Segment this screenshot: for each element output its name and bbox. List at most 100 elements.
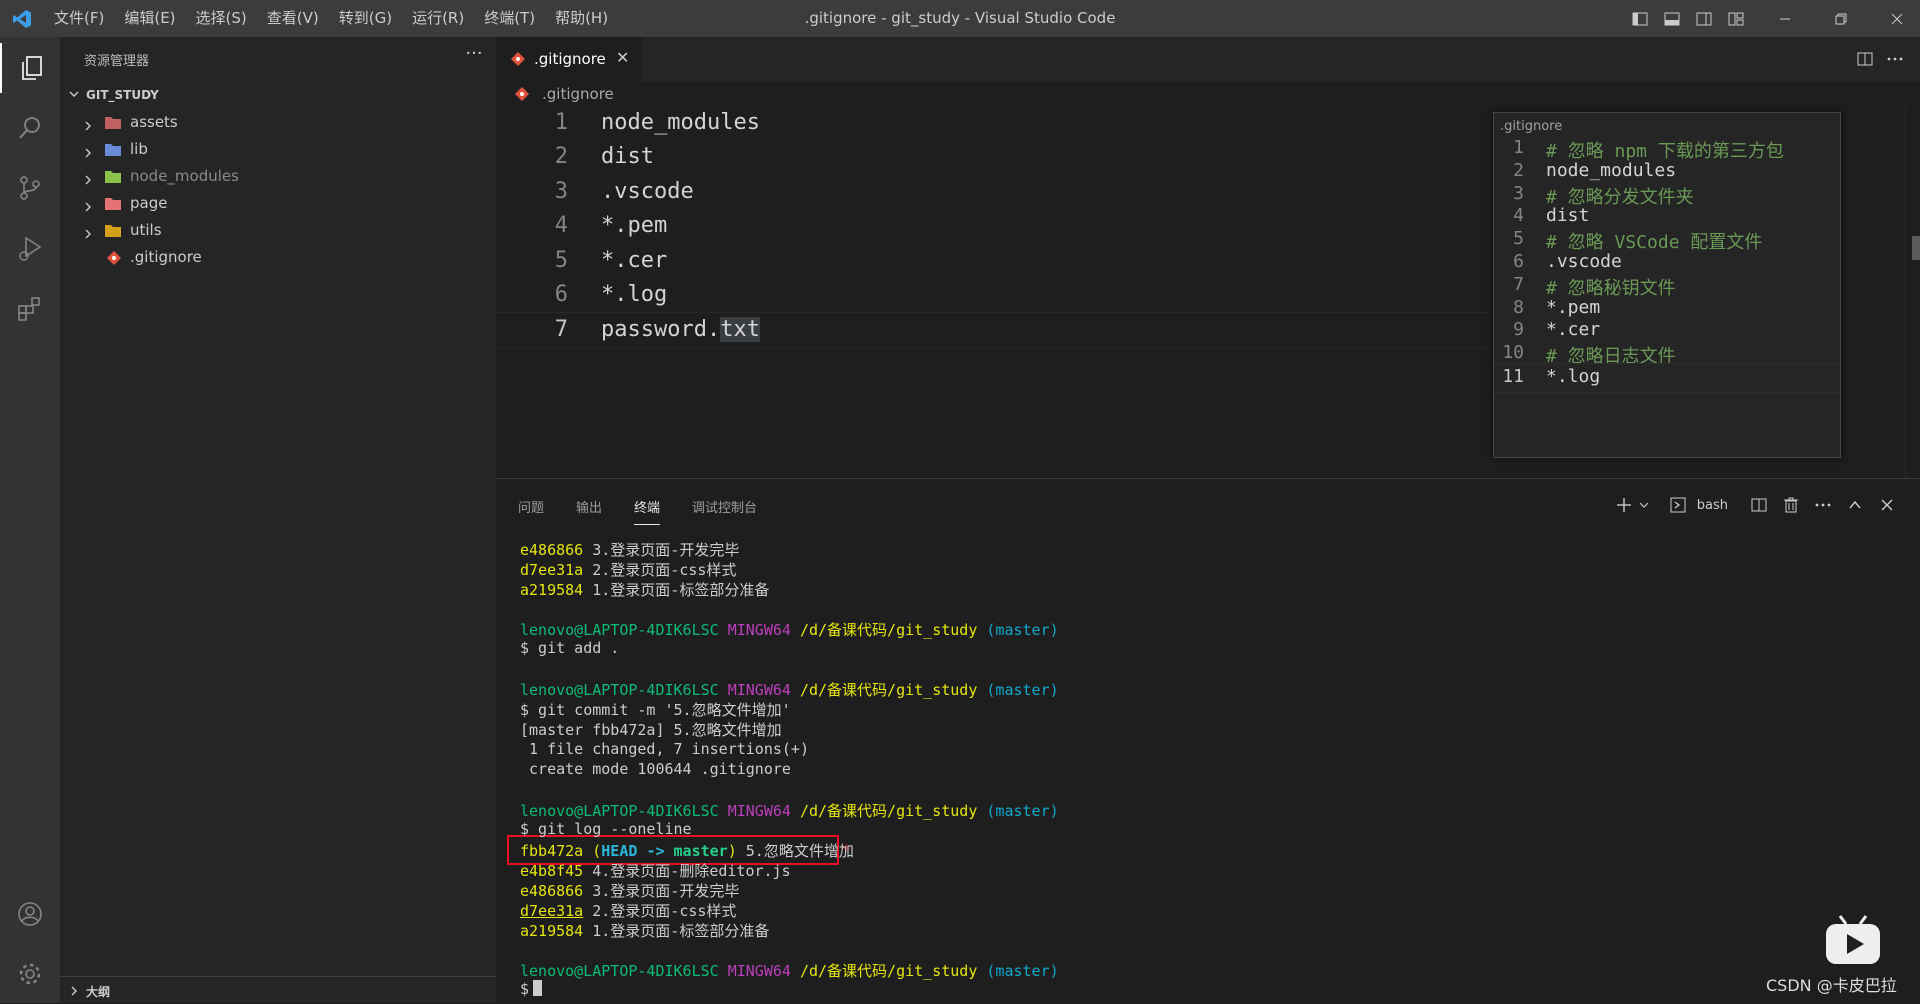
menu-item[interactable]: 选择(S)	[186, 0, 257, 37]
menu-item[interactable]: 文件(F)	[44, 0, 114, 37]
terminal-line: lenovo@LAPTOP-4DIK6LSC MINGW64 /d/备课代码/g…	[520, 960, 1059, 980]
title-bar: 文件(F) 编辑(E) 选择(S) 查看(V) 转到(G) 运行(R) 终端(T) 帮助(H)…	[0, 0, 1920, 37]
head-label: HEAD	[601, 841, 638, 860]
git-file-icon	[106, 250, 124, 265]
terminal-cursor	[533, 980, 543, 997]
line-number: 4	[1513, 205, 1524, 227]
prompt-branch: (master)	[986, 681, 1059, 700]
line-number: 1	[554, 110, 568, 135]
commit-hash: e486866	[520, 881, 584, 900]
menu-item[interactable]: 运行(R)	[402, 0, 474, 37]
prompt-branch: (master)	[986, 801, 1059, 820]
panel-tabs: 问题 输出 终端 调试控制台	[518, 497, 789, 525]
search-icon[interactable]	[0, 103, 60, 153]
toggle-secondary-sidebar-icon[interactable]	[1693, 8, 1715, 30]
prompt-user: lenovo@LAPTOP-4DIK6LSC	[520, 801, 719, 820]
line-number: 5	[1513, 228, 1524, 250]
line-number: 4	[554, 213, 568, 239]
tab-close-icon[interactable]: ✕	[616, 48, 629, 67]
menu-item[interactable]: 编辑(E)	[114, 0, 185, 37]
menu-item[interactable]: 查看(V)	[257, 0, 329, 37]
more-actions-icon[interactable]	[1880, 48, 1910, 70]
line-number: 5	[554, 247, 568, 273]
tree-item[interactable]: utils	[60, 217, 496, 244]
scrollbar-thumb[interactable]	[1912, 236, 1920, 260]
minimize-button[interactable]	[1762, 0, 1808, 37]
sidebar-title: 资源管理器	[84, 54, 150, 69]
toggle-panel-icon[interactable]	[1661, 8, 1683, 30]
trash-icon[interactable]	[1778, 493, 1804, 517]
editor-scrollbar[interactable]	[1905, 106, 1920, 478]
folder-header[interactable]: GIT_STUDY	[60, 83, 496, 109]
tree-item[interactable]: assets	[60, 109, 496, 136]
tab-gitignore[interactable]: .gitignore ✕	[496, 37, 642, 82]
video-play-icon	[1826, 915, 1880, 964]
tree-item-label: page	[130, 194, 168, 212]
menu-item[interactable]: 转到(G)	[329, 0, 402, 37]
folder-icon	[104, 142, 122, 157]
restore-button[interactable]	[1818, 0, 1864, 37]
sidebar-more-button[interactable]: ···	[460, 43, 488, 64]
close-panel-icon[interactable]	[1874, 493, 1900, 517]
prompt-env: MINGW64	[727, 681, 791, 700]
extensions-icon[interactable]	[0, 283, 60, 333]
terminal-line: a219584 1.登录页面-标签部分准备	[520, 579, 769, 599]
watermark: CSDN @卡皮巴拉	[1766, 976, 1897, 995]
breadcrumb: .gitignore	[496, 82, 1920, 106]
panel-tab[interactable]: 调试控制台	[692, 497, 757, 525]
chevron-right-icon	[71, 986, 77, 996]
terminal-line: lenovo@LAPTOP-4DIK6LSC MINGW64 /d/备课代码/g…	[520, 800, 1059, 820]
terminal-shell-icon[interactable]	[1665, 493, 1691, 517]
editor-tab-bar: .gitignore ✕	[496, 37, 1920, 82]
tree-item[interactable]: lib	[60, 136, 496, 163]
tree-item[interactable]: node_modules	[60, 163, 496, 190]
chevron-down-icon[interactable]	[1637, 493, 1651, 517]
prompt-user: lenovo@LAPTOP-4DIK6LSC	[520, 962, 719, 981]
menu-item[interactable]: 终端(T)	[474, 0, 545, 37]
run-debug-icon[interactable]	[0, 223, 60, 273]
outline-section[interactable]: 大纲	[60, 976, 496, 1004]
commit-hash: a219584	[520, 921, 584, 940]
line-number: 3	[554, 178, 568, 204]
manage-gear-icon[interactable]	[0, 949, 60, 999]
line-number: 2	[554, 144, 568, 170]
split-editor-icon[interactable]	[1850, 48, 1880, 70]
maximize-panel-icon[interactable]	[1842, 493, 1868, 517]
prompt-path: /d/备课代码/git_study	[799, 801, 978, 820]
breadcrumb-item[interactable]: .gitignore	[542, 85, 614, 103]
prompt-env: MINGW64	[727, 621, 791, 640]
tree-item[interactable]: page	[60, 190, 496, 217]
more-actions-icon[interactable]	[1810, 493, 1836, 517]
preview-code-text: *.cer	[1546, 319, 1601, 341]
shell-label[interactable]: bash	[1697, 498, 1728, 513]
close-window-button[interactable]	[1874, 0, 1920, 37]
code-text: *.pem	[601, 213, 668, 239]
explorer-icon[interactable]	[0, 43, 62, 93]
branch-label: master	[673, 841, 728, 860]
commit-hash: fbb472a	[520, 841, 584, 860]
line-number: 1	[1513, 137, 1524, 158]
new-terminal-icon[interactable]	[1611, 493, 1637, 517]
customize-layout-icon[interactable]	[1725, 8, 1747, 30]
terminal-line: $ git add .	[520, 639, 620, 658]
menu-item[interactable]: 帮助(H)	[545, 0, 618, 37]
panel-tab[interactable]: 输出	[576, 497, 602, 525]
commit-message: 2.登录页面-css样式	[583, 901, 737, 920]
head-ref: (HEAD -> master)	[592, 841, 737, 860]
source-control-icon[interactable]	[0, 163, 60, 213]
git-file-icon	[515, 87, 529, 101]
line-number: 6	[1513, 251, 1524, 272]
split-terminal-icon[interactable]	[1746, 493, 1772, 517]
tree-item[interactable]: .gitignore	[60, 244, 496, 271]
code-line: 2 dist	[496, 140, 1496, 174]
preview-code-text: *.log	[1546, 366, 1601, 387]
prompt-path: /d/备课代码/git_study	[799, 621, 978, 640]
panel-tab[interactable]: 问题	[518, 497, 544, 525]
commit-message: 3.登录页面-开发完毕	[583, 881, 740, 900]
panel-tab[interactable]: 终端	[634, 497, 661, 525]
preview-line: 11 *.log	[1494, 363, 1840, 393]
file-preview-popup: .gitignore 1 # 忽略 npm 下载的第三方包 2 node_module…	[1493, 112, 1841, 458]
prompt-path: /d/备课代码/git_study	[799, 962, 978, 981]
toggle-primary-sidebar-icon[interactable]	[1629, 8, 1651, 30]
account-icon[interactable]	[0, 889, 60, 939]
